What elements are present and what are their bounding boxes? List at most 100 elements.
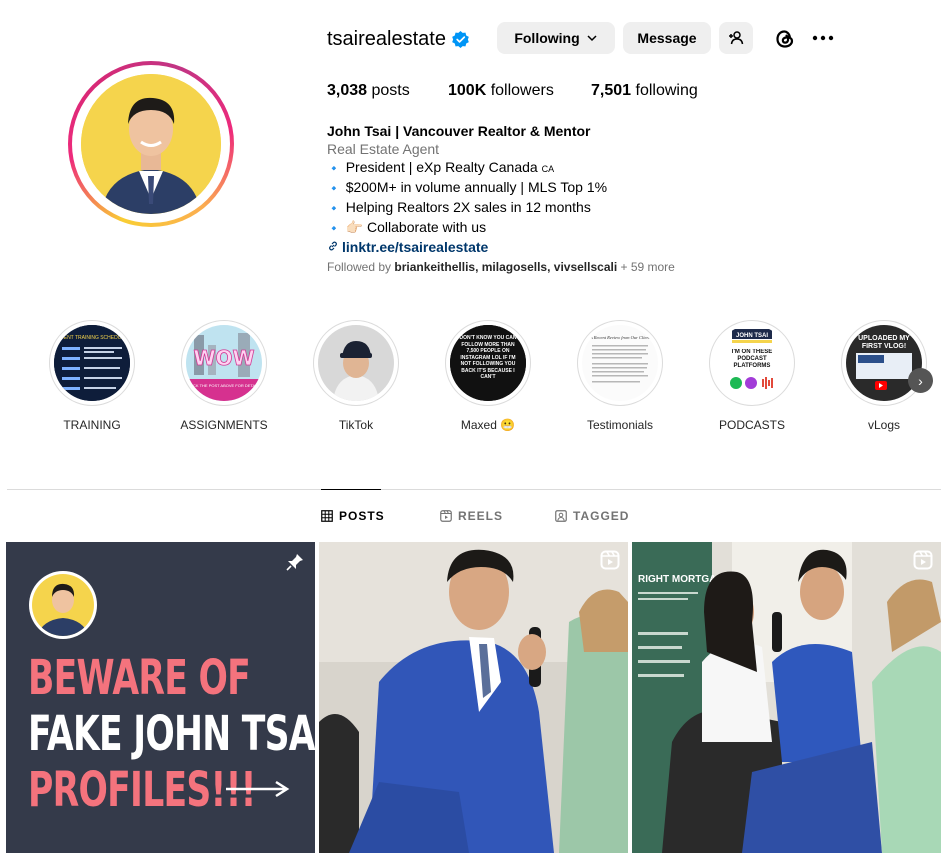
post-tile[interactable]: RIGHT MORTGAGE: [632, 542, 941, 853]
blue-diamond-icon: 🔹: [327, 223, 341, 235]
highlight-cover: AGENT TRAINING SCHEDULE: [54, 325, 130, 401]
post-photo: [319, 542, 628, 853]
vlogs-cover-text: UPLOADED MY FIRST VLOG!: [858, 335, 910, 350]
highlight-training[interactable]: AGENT TRAINING SCHEDULE TRAINING: [42, 320, 142, 432]
highlight-testimonials[interactable]: A Recent Review from Our Client Testimon…: [570, 320, 670, 432]
testimonials-cover-title: A Recent Review from Our Client: [589, 335, 651, 340]
highlight-cover-art: JOHN TSAI I'M ON THESE PODCAST PLATFORMS: [714, 325, 790, 401]
link-icon: [329, 241, 337, 251]
more-options-icon[interactable]: [811, 28, 835, 48]
arrow-right-icon: [226, 780, 290, 798]
following-button-label: Following: [514, 30, 580, 46]
blue-diamond-icon: 🔹: [327, 163, 341, 175]
tab-reels-label: REELS: [458, 509, 504, 523]
avatar: [81, 74, 221, 214]
bio-line-text: Helping Realtors 2X sales in 12 months: [345, 199, 591, 215]
profile-avatar-ring[interactable]: [68, 61, 234, 227]
highlight-ring: [313, 320, 399, 406]
highlight-cover: JOHN TSAI I'M ON THESE PODCAST PLATFORMS: [714, 325, 790, 401]
highlight-cover-art: AGENT TRAINING SCHEDULE: [54, 325, 130, 401]
highlight-maxed[interactable]: DON'T KNOW YOU CAN FOLLOW MORE THAN 7,50…: [438, 320, 538, 432]
highlight-cover-art: UPLOADED MY FIRST VLOG!: [846, 325, 922, 401]
followers-count-value: 100K: [448, 82, 487, 99]
avatar-portrait: [81, 74, 221, 214]
highlight-ring: AGENT TRAINING SCHEDULE: [49, 320, 135, 406]
highlight-label: vLogs: [867, 418, 901, 432]
bio-country-tag: CA: [541, 164, 555, 174]
bio-line-text: $200M+ in volume annually | MLS Top 1%: [345, 179, 608, 195]
followed-by-prefix: Followed by: [327, 260, 395, 274]
grid-icon: [321, 510, 333, 522]
highlights-next-arrow-icon[interactable]: ›: [908, 368, 933, 393]
bio-line: 🔹 Helping Realtors 2X sales in 12 months: [327, 198, 607, 218]
maxed-cover-text-body: DON'T KNOW YOU CAN FOLLOW MORE THAN 7,50…: [459, 335, 517, 380]
assignments-cover-caption: CLICK THE POST ABOVE FOR DETAILS: [187, 383, 262, 388]
message-button[interactable]: Message: [623, 22, 711, 54]
followed-by[interactable]: Followed by briankeithellis, milagosells…: [327, 260, 675, 274]
bio-line: 🔹 👉🏻 Collaborate with us: [327, 218, 607, 238]
highlight-cover-art: A Recent Review from Our Client: [582, 325, 658, 401]
highlight-podcasts[interactable]: JOHN TSAI I'M ON THESE PODCAST PLATFORMS…: [702, 320, 802, 432]
add-user-icon: [729, 31, 744, 45]
bio-name: John Tsai | Vancouver Realtor & Mentor: [327, 123, 591, 139]
username[interactable]: tsairealestate: [327, 28, 446, 51]
highlight-tiktok[interactable]: TikTok: [306, 320, 406, 432]
tab-posts-label: POSTS: [339, 509, 385, 523]
followers-count[interactable]: 100K followers: [448, 82, 554, 100]
following-count-value: 7,501: [591, 82, 632, 99]
highlight-label: TRAINING: [63, 418, 121, 432]
highlight-cover: WOW CLICK THE POST ABOVE FOR DETAILS: [186, 325, 262, 401]
tagged-icon: [555, 510, 567, 522]
post-tile[interactable]: BEWARE OF FAKE JOHN TSAI PROFILES!!!: [6, 542, 315, 853]
bio: John Tsai | Vancouver Realtor & Mentor R…: [327, 122, 607, 256]
post-avatar-image: [29, 571, 97, 639]
suggest-users-button[interactable]: [719, 22, 753, 54]
chevron-down-icon: [587, 35, 597, 42]
podcasts-cover-text: I'M ON THESE PODCAST PLATFORMS: [731, 349, 773, 369]
highlight-label: ASSIGNMENTS: [180, 418, 268, 432]
highlight-label: TikTok: [338, 418, 374, 432]
highlight-ring: JOHN TSAI I'M ON THESE PODCAST PLATFORMS: [709, 320, 795, 406]
highlight-cover-art: [318, 325, 394, 401]
following-button[interactable]: Following: [497, 22, 615, 54]
reels-icon: [440, 510, 452, 522]
threads-icon[interactable]: [773, 27, 797, 51]
bio-line-text: President | eXp Realty Canada: [345, 159, 538, 175]
highlight-cover: A Recent Review from Our Client: [582, 325, 658, 401]
podcasts-cover-text-body: I'M ON THESE PODCAST PLATFORMS: [731, 349, 773, 369]
bio-line: 🔹 $200M+ in volume annually | MLS Top 1%: [327, 178, 607, 198]
maxed-cover-text: DON'T KNOW YOU CAN FOLLOW MORE THAN 7,50…: [459, 335, 517, 380]
followed-by-more[interactable]: + 59 more: [617, 260, 674, 274]
highlight-ring: UPLOADED MY FIRST VLOG!: [841, 320, 927, 406]
bio-link-text[interactable]: linktr.ee/tsairealestate: [342, 239, 488, 255]
tabs-divider: [7, 489, 941, 490]
vlogs-cover-text-body: UPLOADED MY FIRST VLOG!: [858, 335, 910, 350]
post-headline-line: BEWARE OF: [28, 650, 251, 706]
highlight-label: Maxed 😬: [460, 418, 516, 432]
message-button-label: Message: [637, 30, 697, 46]
highlight-ring: A Recent Review from Our Client: [577, 320, 663, 406]
highlight-cover-art: DON'T KNOW YOU CAN FOLLOW MORE THAN 7,50…: [450, 325, 526, 401]
post-headline-line: PROFILES!!!: [28, 762, 256, 818]
pinned-icon: [286, 554, 303, 571]
highlight-ring: WOW CLICK THE POST ABOVE FOR DETAILS: [181, 320, 267, 406]
assignments-cover-word: WOW: [193, 346, 254, 370]
blue-diamond-icon: 🔹: [327, 183, 341, 195]
tab-posts[interactable]: POSTS: [321, 509, 385, 523]
posts-count: 3,038 posts: [327, 82, 410, 100]
following-count[interactable]: 7,501 following: [591, 82, 698, 100]
highlight-label: PODCASTS: [718, 418, 785, 432]
followed-by-names[interactable]: briankeithellis, milagosells, vivsellsca…: [394, 260, 617, 274]
highlight-cover: UPLOADED MY FIRST VLOG!: [846, 325, 922, 401]
highlight-cover: [318, 325, 394, 401]
post-headline-line: FAKE JOHN TSAI: [28, 706, 315, 762]
reel-indicator-icon: [600, 550, 620, 570]
bio-category: Real Estate Agent: [327, 141, 440, 157]
post-tile[interactable]: [319, 542, 628, 853]
active-tab-indicator: [321, 489, 381, 490]
bio-link[interactable]: linktr.ee/tsairealestate: [327, 238, 607, 256]
verified-badge-icon: [452, 30, 469, 49]
tab-tagged[interactable]: TAGGED: [555, 509, 629, 523]
tab-reels[interactable]: REELS: [440, 509, 503, 523]
highlight-assignments[interactable]: WOW CLICK THE POST ABOVE FOR DETAILS ASS…: [174, 320, 274, 432]
